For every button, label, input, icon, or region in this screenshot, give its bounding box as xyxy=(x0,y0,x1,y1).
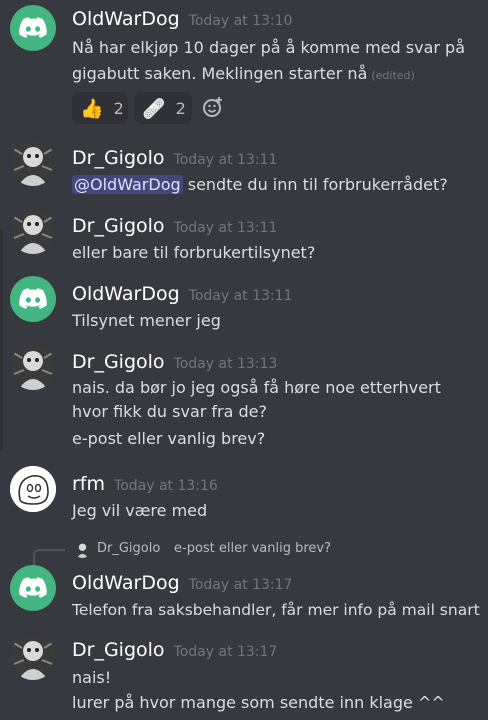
reaction-count: 2 xyxy=(113,98,124,118)
timestamp: Today at 13:10 xyxy=(188,13,293,29)
username[interactable]: rfm Today at 13:16 xyxy=(72,473,218,495)
discord-logo-icon xyxy=(19,577,47,598)
reaction-count: 2 xyxy=(175,98,186,118)
message-text: Jeg vil være med xyxy=(72,501,208,520)
username[interactable]: OldWarDog Today at 13:17 xyxy=(72,572,292,594)
thumbs-up-icon: 👍 xyxy=(80,97,104,120)
username[interactable]: OldWarDog Today at 13:11 xyxy=(72,283,292,305)
username-text[interactable]: OldWarDog xyxy=(72,283,180,305)
edited-label: (edited) xyxy=(371,69,415,82)
message-text: e-post eller vanlig brev? xyxy=(72,429,266,448)
message-text: Tilsynet mener jeg xyxy=(72,311,221,330)
rfm-avatar-icon xyxy=(10,466,56,512)
avatar[interactable] xyxy=(10,344,56,390)
gigolo-avatar-icon xyxy=(10,208,56,254)
timestamp: Today at 13:17 xyxy=(188,577,293,593)
username[interactable]: Dr_Gigolo Today at 13:17 xyxy=(72,639,277,661)
gigolo-avatar-icon xyxy=(74,541,91,558)
username[interactable]: Dr_Gigolo Today at 13:13 xyxy=(72,351,277,373)
message: rfm Today at 13:16 Jeg vil være med xyxy=(0,466,488,526)
message: Dr_Gigolo Today at 13:17 nais! lurer på h… xyxy=(0,634,488,720)
timestamp: Today at 13:11 xyxy=(173,220,278,236)
reaction-thumbs-up[interactable]: 👍 2 xyxy=(72,92,128,124)
discord-logo-icon xyxy=(19,17,47,38)
message-text: gigabutt saken. Meklingen starter nå (edi… xyxy=(72,64,415,86)
message: OldWarDog Today at 13:11 Tilsynet mener j… xyxy=(0,276,488,336)
username-text[interactable]: Dr_Gigolo xyxy=(72,147,165,169)
reply-avatar[interactable] xyxy=(74,541,91,558)
message-text-part: sendte du inn til forbrukerrådet? xyxy=(182,175,448,194)
avatar[interactable] xyxy=(10,208,56,254)
timestamp: Today at 13:13 xyxy=(173,356,278,372)
username-text[interactable]: Dr_Gigolo xyxy=(72,215,165,237)
message-text: nais! xyxy=(72,668,112,687)
timestamp: Today at 13:11 xyxy=(188,288,293,304)
timestamp: Today at 13:11 xyxy=(173,152,278,168)
username-text[interactable]: OldWarDog xyxy=(72,572,180,594)
gigolo-avatar-icon xyxy=(10,634,56,680)
message-text-part: gigabutt saken. Meklingen starter nå xyxy=(72,64,368,83)
message-text: nais. da bør jo jeg også få høre noe ett… xyxy=(72,378,441,397)
message: Dr_Gigolo Today at 13:11 eller bare til f… xyxy=(0,208,488,268)
username[interactable]: OldWarDog Today at 13:10 xyxy=(72,8,292,30)
avatar[interactable] xyxy=(10,634,56,680)
username-text[interactable]: Dr_Gigolo xyxy=(72,351,165,373)
gigolo-avatar-icon xyxy=(10,344,56,390)
avatar[interactable] xyxy=(10,5,56,51)
message-text: Telefon fra saksbehandler, får mer info … xyxy=(72,601,480,619)
reply-text[interactable]: e-post eller vanlig brev? xyxy=(174,541,331,556)
reaction-bandage[interactable]: 🩹 2 xyxy=(134,92,192,124)
username-text[interactable]: OldWarDog xyxy=(72,8,180,30)
avatar[interactable] xyxy=(10,466,56,512)
add-reaction-icon[interactable] xyxy=(202,96,224,118)
avatar[interactable] xyxy=(10,276,56,322)
user-mention[interactable]: @OldWarDog xyxy=(72,175,183,194)
gigolo-avatar-icon xyxy=(10,140,56,186)
bandage-icon: 🩹 xyxy=(142,97,166,120)
message: Dr_Gigolo Today at 13:13 nais. da bør jo … xyxy=(0,344,488,454)
timestamp: Today at 13:16 xyxy=(114,478,218,494)
username-text[interactable]: Dr_Gigolo xyxy=(72,639,165,661)
username-text[interactable]: rfm xyxy=(72,473,105,495)
message-text: Nå har elkjøp 10 dager på å komme med sv… xyxy=(72,38,465,57)
message-text: hvor fikk du svar fra de? xyxy=(72,402,268,421)
message: OldWarDog Today at 13:10 Nå har elkjøp 10… xyxy=(0,0,488,130)
avatar[interactable] xyxy=(10,140,56,186)
message: OldWarDog Today at 13:17 Telefon fra saks… xyxy=(0,565,488,625)
message-text: lurer på hvor mange som sendte inn klage… xyxy=(72,693,445,712)
discord-logo-icon xyxy=(19,288,47,309)
message-text: eller bare til forbrukertilsynet? xyxy=(72,243,316,262)
message: Dr_Gigolo Today at 13:11 @OldWarDog sendt… xyxy=(0,140,488,200)
avatar[interactable] xyxy=(10,565,56,611)
timestamp: Today at 13:17 xyxy=(173,644,278,660)
reply-username[interactable]: Dr_Gigolo xyxy=(97,541,160,556)
message-text: @OldWarDog sendte du inn til forbrukerrå… xyxy=(72,175,448,195)
username[interactable]: Dr_Gigolo Today at 13:11 xyxy=(72,215,277,237)
username[interactable]: Dr_Gigolo Today at 13:11 xyxy=(72,147,277,169)
